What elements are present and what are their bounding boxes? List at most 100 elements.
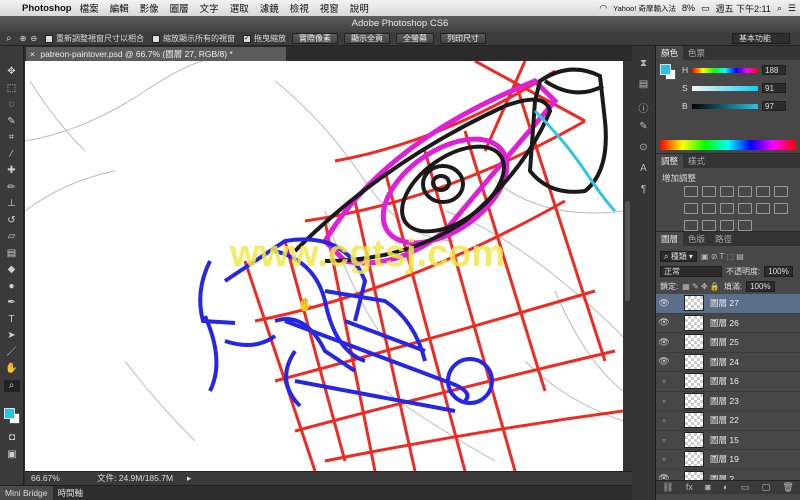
battery-icon[interactable]: ▭ xyxy=(701,3,710,14)
healing-brush-icon[interactable]: ✚ xyxy=(4,165,20,178)
info-icon[interactable]: ⓘ xyxy=(637,100,651,115)
clone-source-icon[interactable]: ⊙ xyxy=(637,142,651,154)
tab-layers[interactable]: 圖層 xyxy=(656,232,684,246)
properties-icon[interactable]: ▤ xyxy=(637,79,651,91)
crop-tool-icon[interactable]: ⌗ xyxy=(4,132,20,145)
scroll-thumb[interactable] xyxy=(625,201,630,301)
menu-view[interactable]: 檢視 xyxy=(290,1,309,15)
status-arrow-icon[interactable]: ▸ xyxy=(187,472,191,485)
blend-mode-select[interactable]: 正常 xyxy=(660,265,722,277)
tab-swatches[interactable]: 色票 xyxy=(683,46,710,60)
visibility-toggle[interactable]: ▫ xyxy=(656,454,672,464)
layer-row[interactable]: ▫ 圖層 16 xyxy=(656,372,800,392)
hue-value[interactable]: 188 xyxy=(762,65,786,75)
document-tab[interactable]: × patreon-paintover.psd @ 66.7% (圖層 27, … xyxy=(26,47,286,61)
invert-icon[interactable] xyxy=(774,203,788,214)
menu-select[interactable]: 選取 xyxy=(230,1,249,15)
tab-adjustments[interactable]: 調整 xyxy=(656,154,684,168)
layer-row[interactable]: ▫ 圖層 15 xyxy=(656,431,800,450)
resize-windows-checkbox[interactable] xyxy=(45,34,54,43)
posterize-icon[interactable] xyxy=(684,220,698,231)
screen-mode-icon[interactable]: ▣ xyxy=(4,449,20,462)
blur-tool-icon[interactable]: ◆ xyxy=(4,264,20,277)
actual-pixels-button[interactable]: 實際像素 xyxy=(292,33,339,44)
brightness-value[interactable]: 97 xyxy=(762,101,786,111)
brightness-adjust-icon[interactable] xyxy=(684,186,698,197)
menu-edit[interactable]: 編輯 xyxy=(110,1,129,15)
delete-layer-icon[interactable]: 🗑 xyxy=(782,481,793,494)
link-layers-icon[interactable]: ⛓ xyxy=(662,481,673,494)
clone-stamp-icon[interactable]: ⊥ xyxy=(4,198,20,211)
tab-timeline[interactable]: 時間軸 xyxy=(53,486,89,500)
fill-input[interactable]: 100% xyxy=(746,280,775,292)
zoom-all-checkbox[interactable] xyxy=(152,34,161,43)
shape-tool-icon[interactable]: ／ xyxy=(4,347,20,360)
list-icon[interactable]: ☰ xyxy=(788,3,796,14)
layer-row[interactable]: 👁 圖層 26 xyxy=(656,314,800,333)
print-size-button[interactable]: 列印尺寸 xyxy=(440,33,487,44)
tab-mini-bridge[interactable]: Mini Bridge xyxy=(0,486,53,500)
workspace-select[interactable]: 基本功能 xyxy=(732,33,790,44)
doc-size[interactable]: 文件: 24.9M/185.7M xyxy=(97,472,173,485)
eyedropper-tool-icon[interactable]: ⁄ xyxy=(4,149,20,162)
fx-icon[interactable]: fx xyxy=(686,481,693,494)
tab-color[interactable]: 顏色 xyxy=(656,46,684,60)
visibility-toggle[interactable]: ▫ xyxy=(656,376,672,386)
kind-filter-select[interactable]: ⌕ 種類 ▾ xyxy=(660,250,697,262)
eye-icon[interactable]: 👁 xyxy=(656,356,672,367)
new-layer-icon[interactable]: ▢ xyxy=(762,481,771,494)
zoom-level[interactable]: 66.67% xyxy=(31,472,60,485)
brush-tool-icon[interactable]: ✏ xyxy=(4,182,20,195)
saturation-value[interactable]: 91 xyxy=(762,83,786,93)
gradient-map-icon[interactable] xyxy=(720,220,734,231)
new-group-icon[interactable]: ▭ xyxy=(741,481,750,494)
hue-slider[interactable] xyxy=(692,67,758,73)
pen-tool-icon[interactable]: ✒ xyxy=(4,297,20,310)
layer-row[interactable]: 👁 圖層 24 xyxy=(656,353,800,372)
dodge-tool-icon[interactable]: ● xyxy=(4,281,20,294)
eraser-tool-icon[interactable]: ▱ xyxy=(4,231,20,244)
opacity-input[interactable]: 100% xyxy=(764,265,793,277)
foreground-color-swatch[interactable] xyxy=(660,64,671,75)
visibility-toggle[interactable]: ▫ xyxy=(656,415,672,425)
tab-channels[interactable]: 色版 xyxy=(683,232,710,246)
clock[interactable]: 週五 下午2:11 xyxy=(716,2,771,15)
lock-icons[interactable]: ▦ ✎ ✥ 🔒 xyxy=(682,282,720,291)
hand-tool-icon[interactable]: ✋ xyxy=(4,363,20,376)
layer-row[interactable]: ▫ 圖層 19 xyxy=(656,450,800,470)
battery-percent[interactable]: 8% xyxy=(682,3,695,13)
foreground-color-swatch[interactable] xyxy=(4,408,15,419)
vibrance-icon[interactable] xyxy=(756,186,770,197)
marquee-tool-icon[interactable]: ⬚ xyxy=(4,83,20,96)
visibility-toggle[interactable]: ▫ xyxy=(656,435,672,445)
selective-color-icon[interactable] xyxy=(738,220,752,231)
zoom-in-icon[interactable]: ⊕ xyxy=(20,34,27,43)
eye-icon[interactable]: 👁 xyxy=(656,317,672,328)
menu-filter[interactable]: 濾鏡 xyxy=(260,1,279,15)
saturation-slider[interactable] xyxy=(692,85,758,91)
new-adjustment-icon[interactable]: ◐ xyxy=(723,481,728,494)
color-balance-icon[interactable] xyxy=(684,203,698,214)
brush-presets-icon[interactable]: ✎ xyxy=(637,121,651,133)
wifi-icon[interactable]: ◠ xyxy=(599,3,607,14)
fill-screen-button[interactable]: 全螢幕 xyxy=(396,33,435,44)
close-icon[interactable]: × xyxy=(30,49,35,59)
quick-select-tool-icon[interactable]: ✎ xyxy=(4,116,20,129)
tab-paths[interactable]: 路徑 xyxy=(710,232,737,246)
vertical-scrollbar[interactable] xyxy=(623,61,632,471)
gradient-tool-icon[interactable]: ▤ xyxy=(4,248,20,261)
layer-row[interactable]: 👁 圖層 25 xyxy=(656,333,800,353)
black-white-icon[interactable] xyxy=(702,203,716,214)
zoom-out-icon[interactable]: ⊖ xyxy=(30,34,37,43)
history-brush-icon[interactable]: ↺ xyxy=(4,215,20,228)
channel-mixer-icon[interactable] xyxy=(738,203,752,214)
threshold-icon[interactable] xyxy=(702,220,716,231)
exposure-icon[interactable] xyxy=(738,186,752,197)
menu-image[interactable]: 影像 xyxy=(140,1,159,15)
path-select-icon[interactable]: ➤ xyxy=(4,330,20,343)
color-lookup-icon[interactable] xyxy=(756,203,770,214)
menu-type[interactable]: 文字 xyxy=(200,1,219,15)
scrubby-zoom-checkbox[interactable]: ✓ xyxy=(243,34,252,43)
type-tool-icon[interactable]: T xyxy=(4,314,20,327)
zoom-tool-icon[interactable]: ⌕ xyxy=(3,379,20,392)
